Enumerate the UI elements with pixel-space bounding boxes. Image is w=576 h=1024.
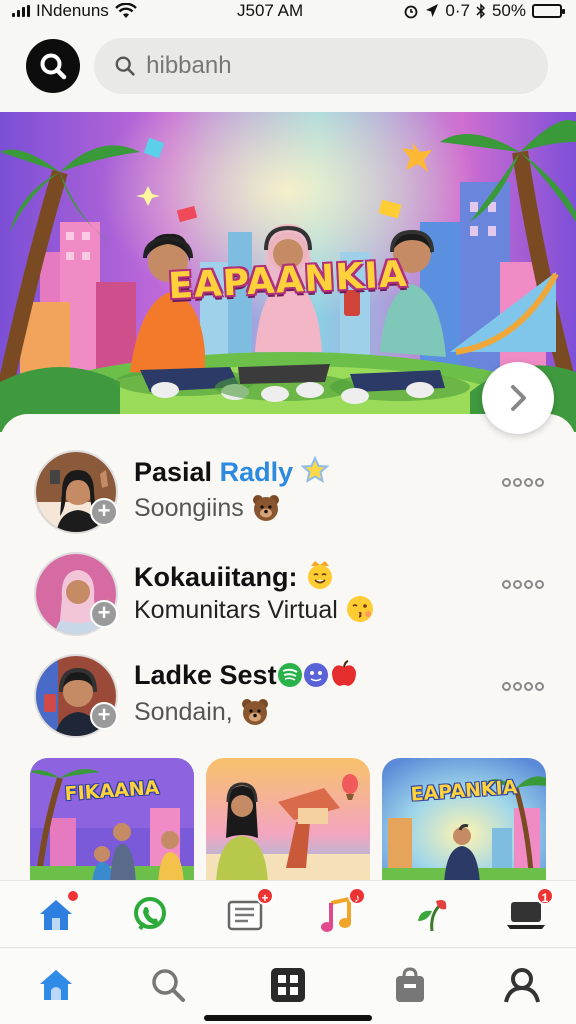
action-laptop-button[interactable]: 1 [504, 887, 554, 937]
more-options-button[interactable] [502, 682, 544, 691]
bear-emoji [252, 495, 279, 521]
bag-icon [396, 967, 424, 1002]
status-extra: 0·7 [445, 1, 470, 20]
nav-grid-tab[interactable] [266, 963, 310, 1007]
thumbnail-card[interactable]: EAPANKIA [382, 758, 546, 884]
kiss-face-emoji [346, 596, 373, 622]
thumbnail-image [206, 758, 370, 884]
thumbnail-card[interactable]: FIKAANA [30, 758, 194, 884]
search-icon [152, 969, 185, 1002]
battery-percent: 50% [491, 1, 526, 20]
notification-badge [66, 889, 80, 903]
item-subtitle: Sondain, [134, 696, 270, 727]
leaf-icon [418, 900, 447, 932]
action-news-button[interactable]: + [224, 887, 274, 937]
more-options-button[interactable] [502, 478, 544, 487]
item-name-main: Kokauiitang: [134, 562, 298, 592]
item-subtitle-text: Soongiins [134, 494, 244, 522]
home-indicator[interactable] [204, 1015, 372, 1021]
item-name-accent: Radly [219, 457, 294, 487]
wifi-icon [114, 3, 137, 18]
item-subtitle-text: Sondain, [134, 698, 233, 726]
action-music-button[interactable]: ♪ [316, 887, 366, 937]
bottom-nav [0, 949, 576, 1024]
notification-badge: + [256, 887, 274, 905]
item-name: Pasial Radly [134, 455, 330, 488]
action-home-button[interactable] [34, 889, 80, 937]
phone-chat-icon [134, 897, 166, 931]
item-name: Kokauiitang: [134, 558, 335, 593]
status-left: INdenuns [12, 1, 137, 21]
list-item[interactable]: + Pasial Radly Soongiins [0, 442, 576, 538]
search-icon [40, 53, 67, 80]
location-icon [426, 4, 439, 17]
nav-bag-tab[interactable] [388, 963, 432, 1007]
nav-search-tab[interactable] [146, 963, 190, 1007]
spotify-emoji [277, 663, 302, 687]
item-subtitle: Komunitars Virtual [134, 594, 375, 625]
item-name: Ladke Sest [134, 660, 359, 691]
action-chat-button[interactable] [128, 893, 172, 937]
apple-emoji [331, 660, 356, 686]
home-icon [40, 970, 72, 1000]
item-name-main: Ladke Sest [134, 660, 277, 690]
nav-profile-tab[interactable] [500, 963, 544, 1007]
add-friend-button[interactable]: + [90, 600, 118, 628]
battery-icon [531, 4, 565, 18]
nav-home-tab[interactable] [34, 963, 78, 1007]
grid-icon [271, 968, 305, 1002]
item-name-main: Pasial [134, 457, 213, 487]
bluetooth-icon [476, 3, 486, 19]
carrier-name: INdenuns [36, 1, 109, 20]
action-leaf-button[interactable] [410, 893, 454, 937]
item-subtitle: Soongiins [134, 492, 281, 523]
status-time: J507 AM [237, 1, 304, 20]
crown-face-emoji [308, 561, 333, 589]
search-button[interactable] [26, 39, 80, 93]
list-item[interactable]: + Kokauiitang: Komunitars Virtual [0, 544, 576, 640]
status-right: 0·7 50% [403, 1, 565, 21]
search-input[interactable] [146, 52, 528, 80]
profile-icon [504, 968, 540, 1003]
notification-badge: 1 [536, 887, 554, 905]
alarm-icon [404, 5, 418, 19]
thumbnail-card[interactable] [206, 758, 370, 884]
chevron-right-icon [511, 385, 526, 411]
search-header [0, 36, 576, 96]
add-friend-button[interactable]: + [90, 702, 118, 730]
status-bar: INdenuns J507 AM 0·7 50% [0, 0, 576, 22]
signal-icon [12, 5, 30, 17]
face-emoji [303, 663, 328, 687]
more-options-button[interactable] [502, 580, 544, 589]
star-emoji [300, 455, 330, 484]
item-subtitle-text: Komunitars Virtual [134, 596, 338, 624]
bear-emoji [241, 699, 268, 725]
next-button[interactable] [482, 362, 554, 434]
app-screen: INdenuns J507 AM 0·7 50% hibbanh EAPAANK… [0, 0, 576, 1024]
action-bar: + ♪ 1 [0, 880, 576, 948]
notification-badge: ♪ [348, 887, 366, 905]
search-bar[interactable] [94, 38, 548, 94]
list-item[interactable]: + Ladke Sest Sondain, [0, 646, 576, 742]
add-friend-button[interactable]: + [90, 498, 118, 526]
search-icon [115, 56, 135, 76]
